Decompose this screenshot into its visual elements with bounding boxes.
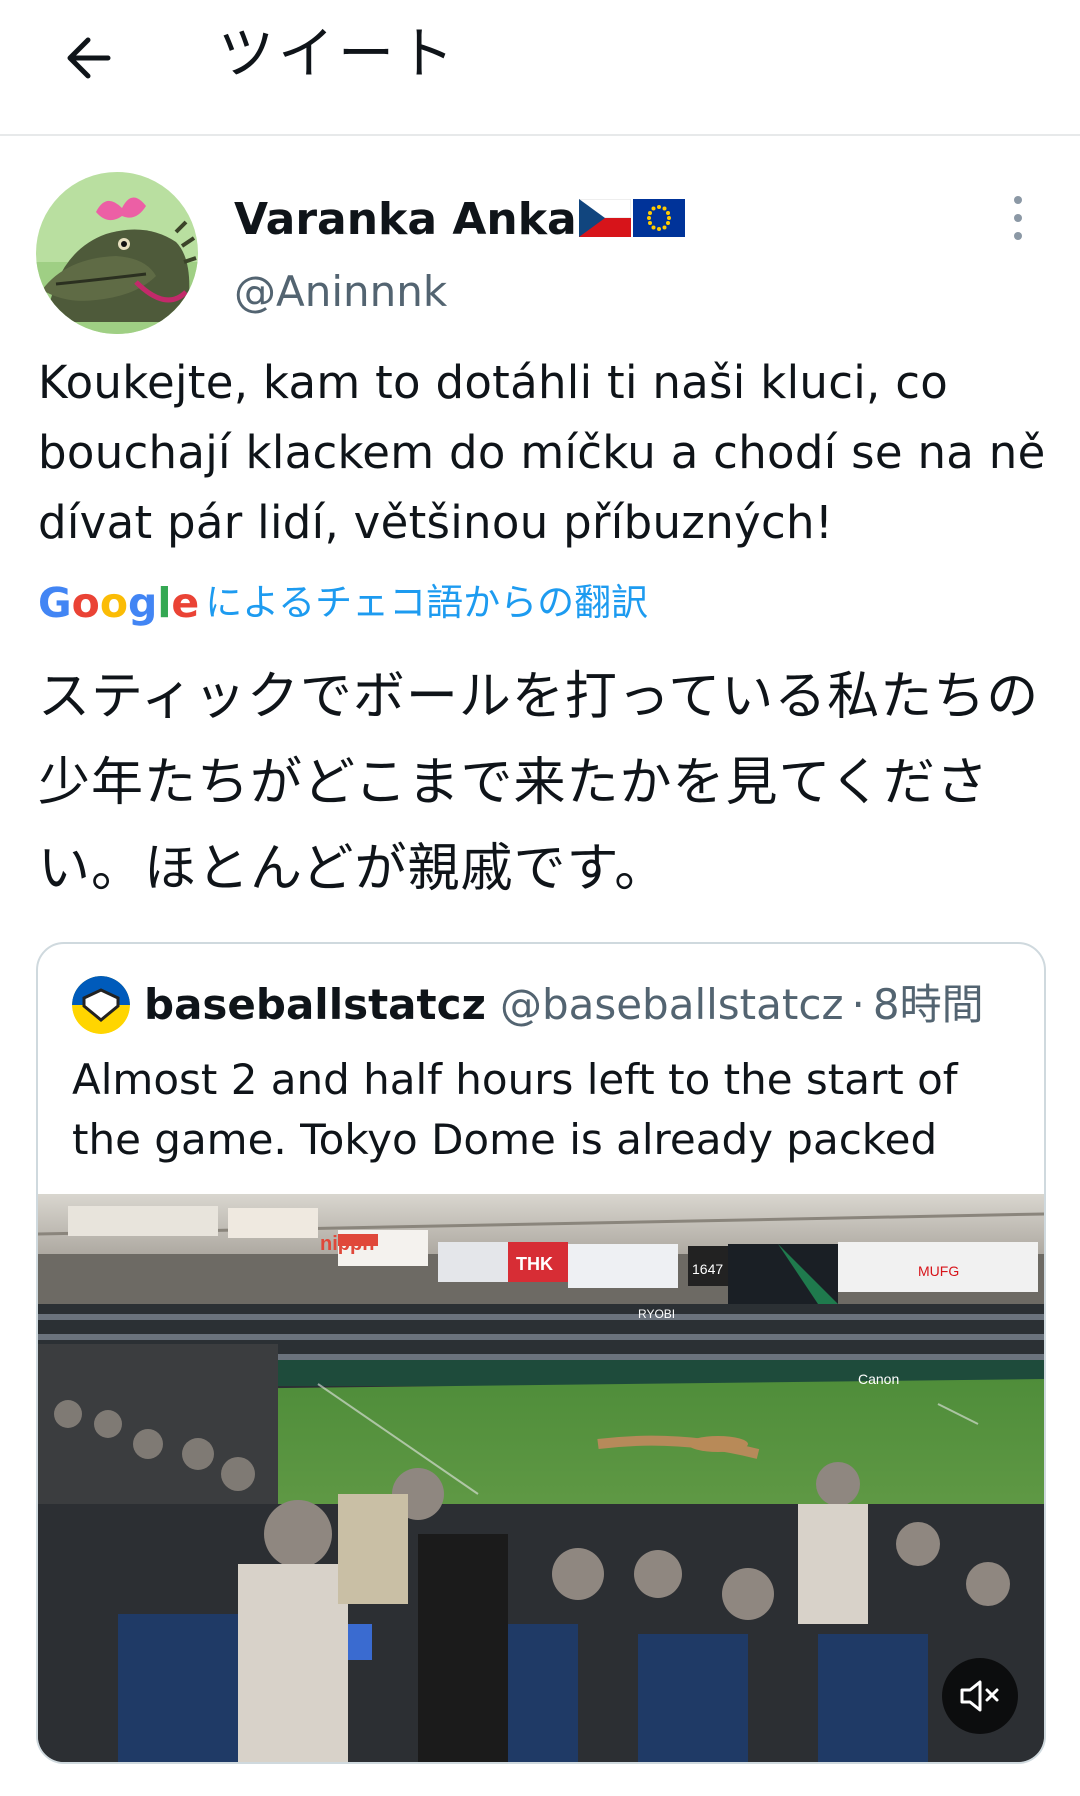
quote-avatar bbox=[72, 976, 130, 1034]
translation-attribution[interactable]: Google によるチェコ語からの翻訳 bbox=[38, 578, 648, 628]
sign-thk: THK bbox=[516, 1254, 553, 1274]
quote-text: Almost 2 and half hours left to the star… bbox=[72, 1055, 958, 1164]
speaker-muted-icon bbox=[960, 1680, 999, 1712]
translated-text: スティックでボールを打っている私たちの少年たちがどこまで来たかを見てください。ほ… bbox=[38, 667, 1040, 899]
sign-canon: Canon bbox=[858, 1371, 899, 1387]
sign-mufg: MUFG bbox=[918, 1263, 959, 1279]
stadium-video-frame: nippn THK Canon MUFG RYOBI 1647 bbox=[38, 1194, 1044, 1762]
author-handle[interactable]: @Aninnnk bbox=[234, 262, 447, 322]
lizard-avatar-image bbox=[36, 172, 198, 334]
sign-scoreboard: 1647 bbox=[692, 1261, 723, 1277]
back-button[interactable] bbox=[48, 18, 128, 98]
quote-timestamp[interactable]: 8時間 bbox=[873, 977, 984, 1033]
quote-display-name[interactable]: baseballstatcz bbox=[144, 977, 486, 1033]
mute-button[interactable] bbox=[942, 1658, 1018, 1734]
quote-separator: · bbox=[851, 980, 865, 1029]
page-title: ツイート bbox=[218, 22, 458, 87]
quote-header: baseballstatcz @baseballstatcz · 8時間 bbox=[72, 976, 984, 1034]
quoted-tweet-card[interactable]: baseballstatcz @baseballstatcz · 8時間 Alm… bbox=[36, 942, 1046, 1764]
translation-label[interactable]: によるチェコ語からの翻訳 bbox=[205, 578, 648, 628]
eu-flag-icon bbox=[632, 199, 685, 241]
top-bar: ツイート bbox=[0, 0, 1080, 136]
czech-flag-icon bbox=[578, 198, 632, 241]
stadium-video[interactable]: nippn THK Canon MUFG RYOBI 1647 bbox=[38, 1194, 1044, 1762]
quote-handle[interactable]: @baseballstatcz bbox=[500, 977, 844, 1033]
arrow-left-icon bbox=[67, 37, 111, 79]
google-logo: Google bbox=[38, 579, 200, 627]
more-options-icon[interactable] bbox=[1008, 196, 1028, 240]
avatar[interactable] bbox=[36, 172, 198, 334]
sign-ryobi: RYOBI bbox=[638, 1307, 675, 1321]
sign-nippn: nippn bbox=[320, 1233, 374, 1255]
author-name-row[interactable]: Varanka Anka bbox=[234, 190, 685, 250]
author-display-name[interactable]: Varanka Anka bbox=[234, 190, 577, 250]
tweet-text: Koukejte, kam to dotáhli ti naši kluci, … bbox=[38, 356, 1046, 549]
